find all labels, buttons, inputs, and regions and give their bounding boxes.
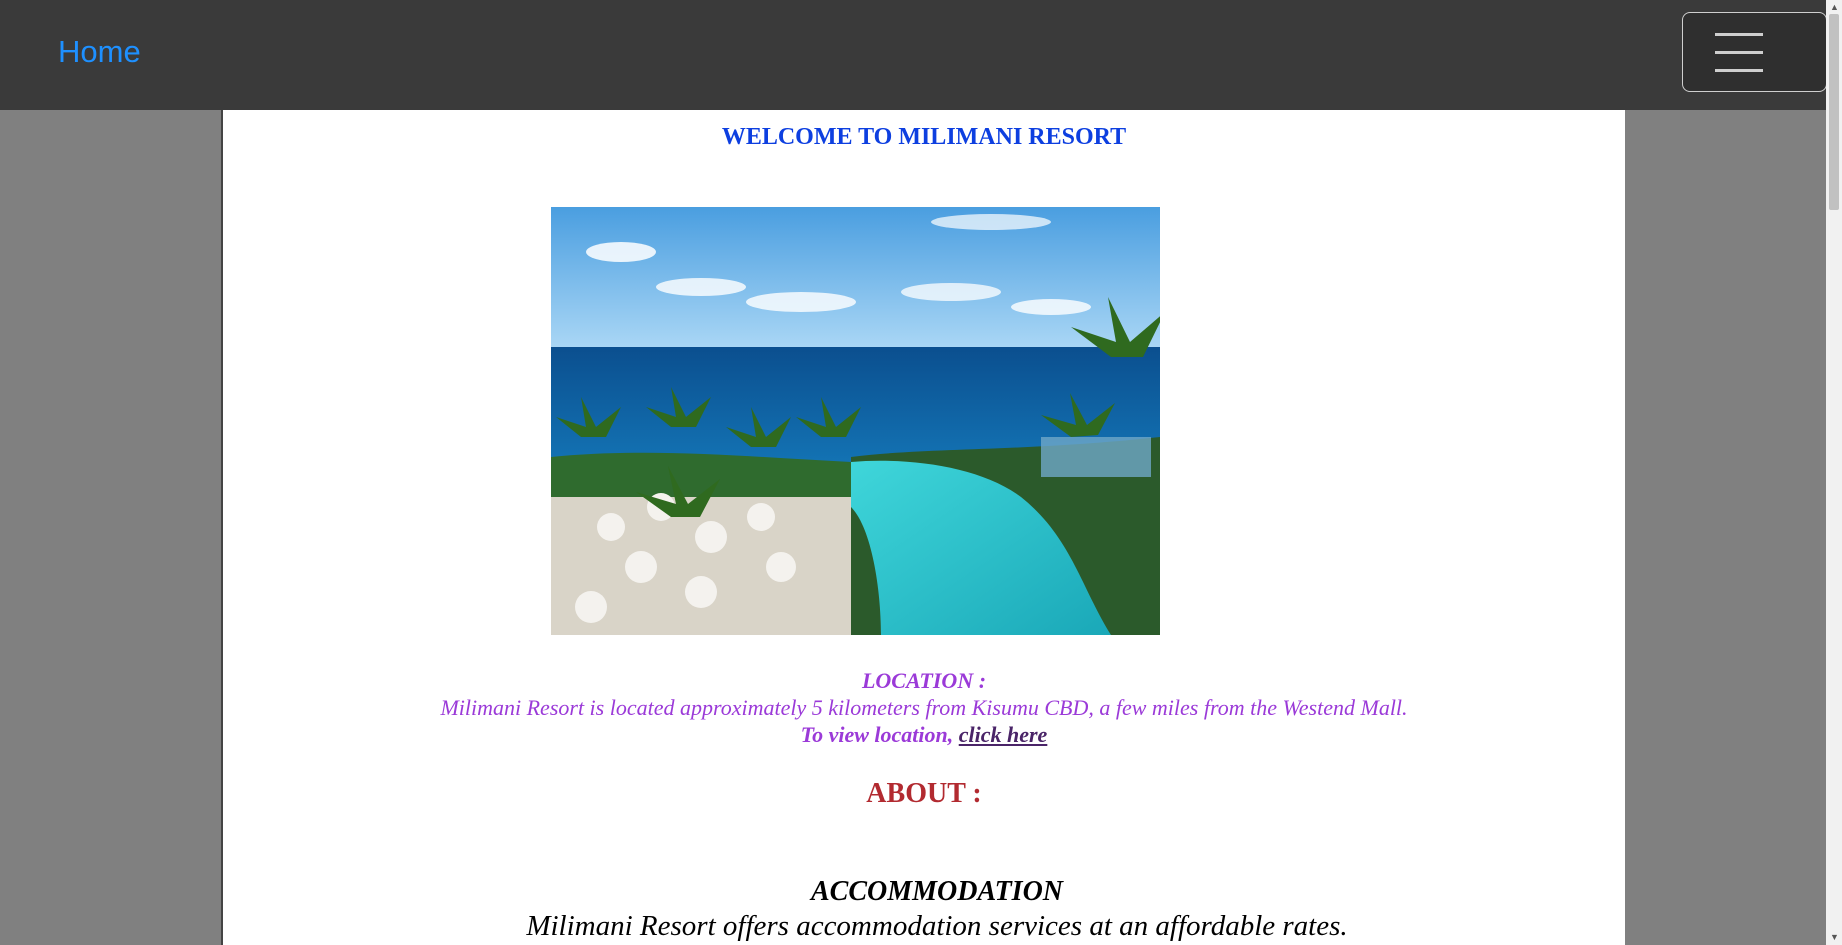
location-title: LOCATION : [861, 668, 987, 693]
navbar-toggler-button[interactable] [1682, 12, 1827, 92]
hamburger-menu-icon [1715, 33, 1763, 36]
scrollbar-thumb[interactable] [1829, 14, 1839, 210]
navbar: Home [0, 0, 1827, 110]
about-heading: ABOUT : [866, 778, 982, 809]
location-description: Milimani Resort is located approximately… [440, 695, 1408, 720]
welcome-title: WELCOME TO MILIMANI RESORT [721, 124, 1127, 150]
location-link-line: To view location, click here [223, 722, 1625, 748]
accommodation-heading: ACCOMMODATION [810, 876, 1064, 907]
main-content: WELCOME TO MILIMANI RESORT LOCATION: Mi… [221, 110, 1625, 945]
accommodation-description: Milimani Resort offers accommodation ser… [526, 910, 1348, 942]
hamburger-menu-icon-bar [1715, 51, 1763, 54]
location-click-here-link[interactable]: click here [959, 722, 1048, 747]
vertical-scrollbar[interactable]: ▲ ▼ [1826, 0, 1842, 945]
resort-hero-image [551, 207, 1160, 635]
hamburger-menu-icon-bar [1715, 69, 1763, 72]
scroll-up-arrow-icon[interactable]: ▲ [1830, 2, 1839, 12]
scroll-down-arrow-icon[interactable]: ▼ [1830, 932, 1839, 942]
location-link-prefix: To view location, [800, 722, 959, 747]
home-link[interactable]: Home [58, 34, 141, 70]
